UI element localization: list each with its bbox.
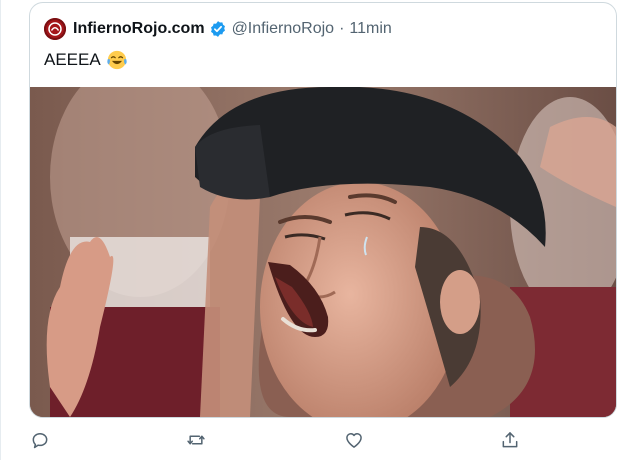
timestamp[interactable]: 11min [349,20,391,38]
retweet-button[interactable] [186,430,206,450]
tweet-actions [0,418,625,460]
timeline-divider [0,0,1,460]
tweet-header: InfiernoRojo.com @InfiernoRojo · 11min [44,17,392,41]
tweet-text: AEEEA [44,49,128,71]
share-button[interactable] [500,430,520,450]
reply-button[interactable] [30,430,50,450]
avatar[interactable] [44,18,66,40]
quoted-tweet-card[interactable]: InfiernoRojo.com @InfiernoRojo · 11min A… [29,2,617,418]
reply-icon [32,433,48,449]
face-with-tears-of-joy-icon [106,49,128,71]
like-icon [346,433,362,448]
share-icon [502,432,518,448]
display-name[interactable]: InfiernoRojo.com [73,20,205,38]
separator-dot: · [339,20,345,37]
logo-icon [48,22,62,36]
user-handle[interactable]: @InfiernoRojo [232,20,335,38]
tweet-photo[interactable] [30,87,616,417]
retweet-icon [187,435,205,445]
like-button[interactable] [344,430,364,450]
verified-badge-icon [209,20,227,38]
crying-fan-photo [30,87,616,417]
tweet-text-content: AEEEA [44,50,101,69]
